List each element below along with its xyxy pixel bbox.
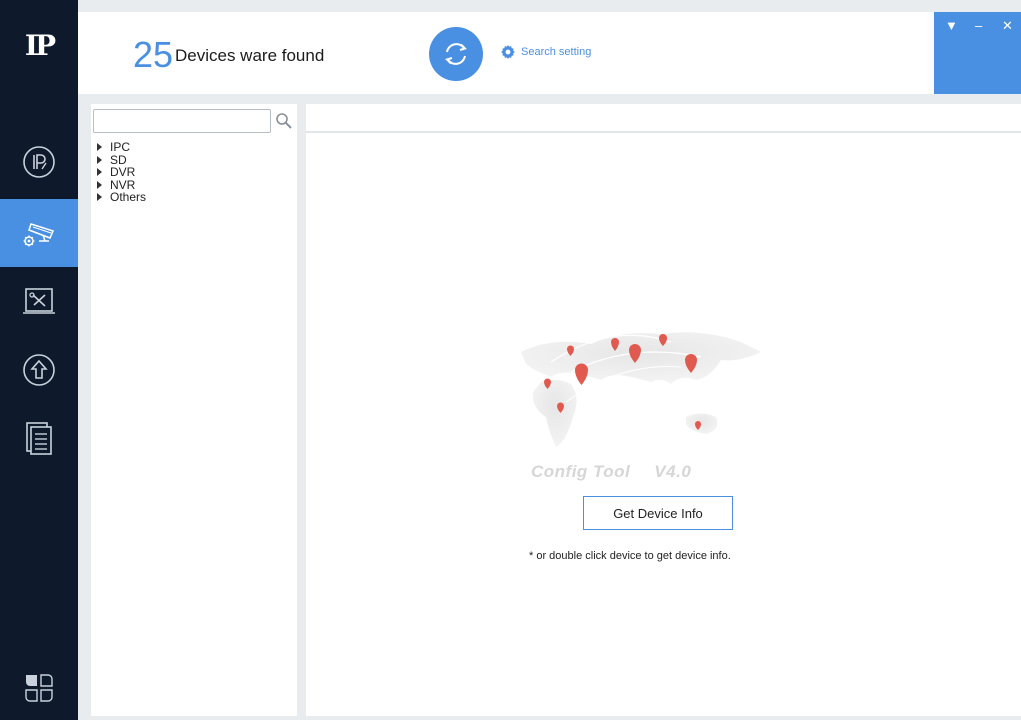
caret-right-icon [97, 180, 102, 189]
tree-item-label: Others [110, 190, 147, 205]
tree-item-others[interactable]: Others [97, 191, 146, 204]
logo-text: IP [24, 28, 56, 62]
hint-text: * or double click device to get device i… [529, 550, 731, 562]
upgrade-icon [23, 354, 55, 386]
search-icon [276, 113, 292, 129]
info-toolbar [306, 104, 1021, 133]
search-input[interactable] [93, 109, 271, 133]
document-list-icon [26, 422, 52, 455]
caret-right-icon [97, 168, 102, 177]
sidebar-item-upgrade[interactable] [0, 336, 78, 404]
tree-item-label: NVR [110, 177, 136, 192]
device-info-panel: Config Tool V4.0 Get Device Info * or dou… [306, 104, 1021, 716]
world-map-icon [521, 332, 761, 447]
camera-settings-icon [23, 223, 55, 247]
search-setting-label: Search setting [521, 46, 592, 58]
sidebar-item-documents[interactable] [0, 404, 78, 472]
app-logo: IP [0, 10, 78, 80]
search-setting-link[interactable]: Search setting [500, 44, 591, 60]
tree-item-label: IPC [110, 140, 131, 155]
sidebar-item-device-config[interactable] [0, 199, 78, 267]
product-version: V4.0 [654, 462, 692, 481]
refresh-button[interactable] [429, 27, 483, 81]
caret-right-icon [97, 155, 102, 164]
product-label: Config Tool V4.0 [531, 462, 691, 482]
minimize-button[interactable]: – [975, 18, 982, 33]
sidebar-item-ip-modify[interactable] [0, 128, 78, 196]
caret-right-icon [97, 143, 102, 152]
product-name: Config Tool [531, 462, 631, 481]
devices-found-label: Devices ware found [175, 46, 325, 65]
sidebar-item-apps[interactable] [0, 668, 78, 708]
ip-edit-icon [23, 146, 55, 178]
tree-item-label: SD [110, 152, 127, 167]
apps-grid-icon [25, 674, 53, 702]
tree-item-ipc[interactable]: IPC [97, 141, 146, 154]
refresh-icon [445, 43, 467, 65]
window-controls: ▼ – ✕ [934, 12, 1021, 94]
sidebar-item-system-settings[interactable] [0, 268, 78, 336]
config-tool-window: IP 25 Devices ware found Search setting … [0, 0, 1021, 720]
close-button[interactable]: ✕ [1002, 18, 1013, 34]
header: 25 Devices ware found Search setting ▼ –… [78, 12, 1021, 94]
search-button[interactable] [274, 111, 294, 131]
tree-item-label: DVR [110, 165, 136, 180]
tree-item-dvr[interactable]: DVR [97, 166, 146, 179]
device-type-tree: IPC SD DVR NVR Others [97, 141, 146, 204]
tree-item-nvr[interactable]: NVR [97, 179, 146, 192]
caret-right-icon [97, 193, 102, 202]
dropdown-button[interactable]: ▼ [945, 18, 958, 33]
device-count: 25 [133, 34, 174, 75]
sidebar: IP [0, 0, 78, 720]
device-tree-panel: IPC SD DVR NVR Others [91, 104, 297, 716]
tools-icon [23, 288, 55, 314]
gear-icon [501, 45, 515, 59]
get-device-info-button[interactable]: Get Device Info [583, 496, 733, 530]
tree-item-sd[interactable]: SD [97, 154, 146, 167]
